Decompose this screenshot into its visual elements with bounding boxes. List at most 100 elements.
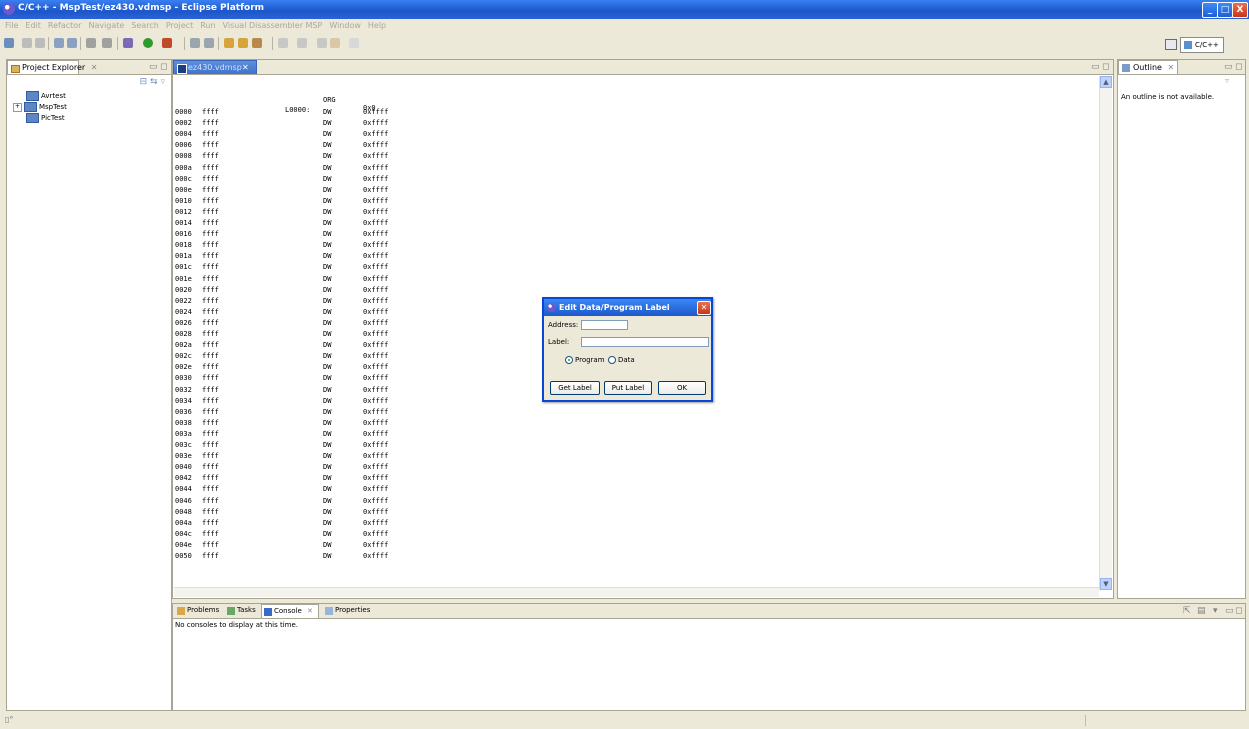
minimize-button[interactable]: _	[1202, 2, 1218, 18]
minimize-view-icon[interactable]: ▭	[1224, 62, 1233, 72]
menu-edit[interactable]: Edit	[25, 19, 41, 32]
get-label-button[interactable]: Get Label	[550, 381, 600, 395]
forward-icon[interactable]	[349, 38, 359, 48]
run-icon[interactable]	[143, 38, 153, 48]
open-type-icon[interactable]	[224, 38, 234, 48]
put-label-button[interactable]: Put Label	[604, 381, 652, 395]
code-value: 0xffff	[363, 463, 389, 472]
open-perspective-icon[interactable]	[1165, 39, 1177, 50]
tree-item-msptest[interactable]: + MspTest	[13, 102, 67, 112]
tab-outline[interactable]: Outline ✕	[1118, 60, 1178, 74]
tool-icon[interactable]	[204, 38, 214, 48]
data-radio[interactable]	[608, 356, 616, 364]
code-opcode: DW	[323, 174, 332, 183]
tree-item-pictest[interactable]: PicTest	[17, 113, 65, 123]
maximize-view-icon[interactable]: ◻	[1102, 62, 1109, 72]
tab-project-explorer[interactable]: Project Explorer ✕	[7, 60, 97, 74]
code-address: 001c	[175, 263, 192, 272]
collapse-all-icon[interactable]: ⊟	[140, 77, 148, 87]
back-icon[interactable]	[330, 38, 340, 48]
open-element-icon[interactable]	[238, 38, 248, 48]
program-radio[interactable]	[565, 356, 573, 364]
tool-icon[interactable]	[86, 38, 96, 48]
tab-properties[interactable]: Properties	[323, 604, 373, 618]
vertical-scrollbar[interactable]: ▲ ▼	[1099, 76, 1112, 590]
menu-navigate[interactable]: Navigate	[88, 19, 124, 32]
code-line: 001e ffff DW 0xffff	[175, 275, 475, 284]
program-radio-label[interactable]: Program	[575, 356, 605, 364]
view-menu-icon[interactable]: ▿	[160, 77, 165, 87]
new-icon[interactable]	[4, 38, 14, 48]
code-address: 003a	[175, 429, 192, 438]
tab-problems[interactable]: Problems	[175, 604, 225, 618]
data-radio-label[interactable]: Data	[618, 356, 635, 364]
title-bar: C/C++ - MspTest/ez430.vdmsp - Eclipse Pl…	[0, 0, 1249, 19]
code-word: ffff	[202, 207, 219, 216]
code-value: 0xffff	[363, 341, 389, 350]
menu-visual-disassembler[interactable]: Visual Disassembler MSP	[223, 19, 323, 32]
problems-icon	[177, 607, 185, 615]
search-icon[interactable]	[252, 38, 262, 48]
build-all-icon[interactable]	[67, 38, 77, 48]
tab-ez430-vdmsp[interactable]: ez430.vdmsp ✕	[173, 60, 257, 74]
tab-console[interactable]: Console ✕	[261, 604, 319, 618]
code-value: 0xffff	[363, 407, 389, 416]
previous-annotation-icon[interactable]	[297, 38, 307, 48]
view-menu-icon[interactable]: ▿	[1225, 76, 1229, 85]
dialog-close-button[interactable]: ✕	[697, 301, 711, 315]
code-value: 0xffff	[363, 318, 389, 327]
menu-help[interactable]: Help	[368, 19, 386, 32]
maximize-view-icon[interactable]: ◻	[1235, 606, 1242, 616]
scroll-down-icon[interactable]: ▼	[1100, 578, 1112, 590]
tree-item-avrtest[interactable]: Avrtest	[17, 91, 66, 101]
menu-search[interactable]: Search	[131, 19, 158, 32]
menu-window[interactable]: Window	[329, 19, 361, 32]
close-tab-icon[interactable]: ✕	[242, 61, 249, 74]
tab-label: Problems	[187, 606, 220, 614]
menu-refactor[interactable]: Refactor	[48, 19, 82, 32]
minimize-view-icon[interactable]: ▭	[149, 62, 158, 72]
link-with-editor-icon[interactable]: ⇆	[150, 77, 158, 87]
expand-icon[interactable]: +	[13, 102, 22, 112]
next-annotation-icon[interactable]	[278, 38, 288, 48]
print-icon[interactable]	[35, 38, 45, 48]
last-edit-icon[interactable]	[317, 38, 327, 48]
maximize-button[interactable]: □	[1217, 2, 1233, 18]
menu-file[interactable]: File	[5, 19, 18, 32]
label-input[interactable]	[581, 337, 709, 347]
close-tab-icon[interactable]: ✕	[1168, 63, 1175, 72]
address-input[interactable]	[581, 320, 628, 330]
tab-tasks[interactable]: Tasks	[225, 604, 261, 618]
open-console-icon[interactable]: ▾	[1213, 606, 1218, 616]
code-value: 0xffff	[363, 552, 389, 560]
code-line: 0040 ffff DW 0xffff	[175, 463, 475, 472]
fast-view-icon[interactable]: ▯°	[5, 715, 13, 724]
close-tab-icon[interactable]: ✕	[91, 63, 98, 72]
maximize-view-icon[interactable]: ◻	[160, 62, 167, 72]
build-icon[interactable]	[54, 38, 64, 48]
tool-icon[interactable]	[102, 38, 112, 48]
code-address: 0000	[175, 108, 192, 116]
minimize-view-icon[interactable]: ▭	[1091, 62, 1100, 72]
ok-button[interactable]: OK	[658, 381, 706, 395]
maximize-view-icon[interactable]: ◻	[1235, 62, 1242, 72]
status-bar: ▯°	[0, 712, 1249, 729]
pin-console-icon[interactable]: ⇱	[1183, 606, 1191, 616]
close-tab-icon[interactable]: ✕	[307, 607, 313, 615]
debug-icon[interactable]	[123, 38, 133, 48]
code-address: 0020	[175, 285, 192, 294]
code-word: ffff	[202, 463, 219, 472]
display-console-icon[interactable]: ▤	[1197, 606, 1206, 616]
scroll-up-icon[interactable]: ▲	[1100, 76, 1112, 88]
horizontal-scrollbar[interactable]	[174, 587, 1099, 597]
minimize-view-icon[interactable]: ▭	[1225, 606, 1234, 616]
code-value: 0xffff	[363, 185, 389, 194]
external-tools-icon[interactable]	[162, 38, 172, 48]
save-icon[interactable]	[22, 38, 32, 48]
close-window-button[interactable]: X	[1232, 2, 1248, 18]
tool-icon[interactable]	[190, 38, 200, 48]
code-word: ffff	[202, 396, 219, 405]
menu-run[interactable]: Run	[200, 19, 215, 32]
perspective-c-cpp-button[interactable]: C/C++	[1180, 37, 1224, 53]
menu-project[interactable]: Project	[166, 19, 193, 32]
